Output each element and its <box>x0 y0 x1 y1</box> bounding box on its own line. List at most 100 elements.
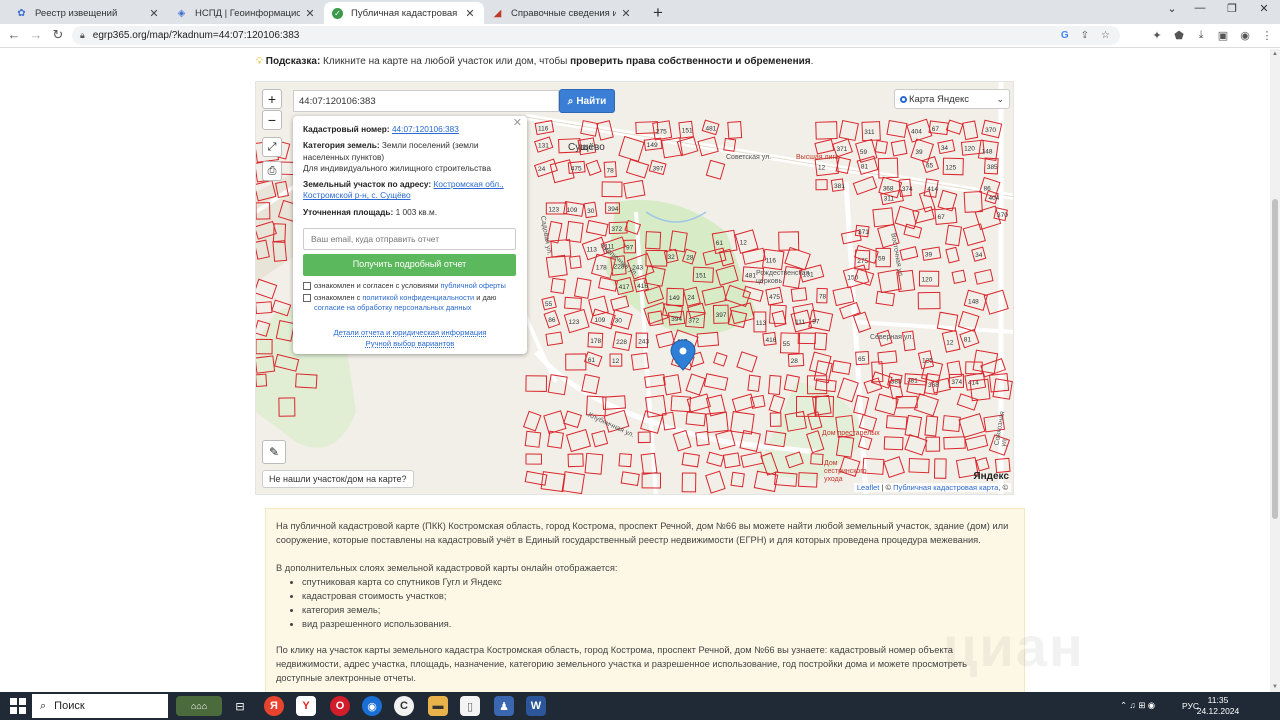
notepad-icon[interactable]: ▯ <box>460 696 480 716</box>
parcel-outline[interactable] <box>871 361 884 383</box>
details-link[interactable]: Детали отчета и юридическая информация <box>333 328 486 337</box>
parcel-outline[interactable] <box>836 377 859 403</box>
parcel-outline[interactable] <box>550 277 566 294</box>
parcel-outline[interactable] <box>747 374 761 392</box>
parcel-outline[interactable] <box>863 377 883 394</box>
close-icon[interactable]: ✕ <box>620 7 632 20</box>
parcel-outline[interactable] <box>963 191 983 213</box>
google-icon[interactable]: G <box>1061 30 1069 41</box>
parcel-outline[interactable] <box>945 246 960 264</box>
parcel-outline[interactable] <box>839 301 861 320</box>
extensions-icon[interactable]: ✦ <box>1150 29 1164 42</box>
opera-icon[interactable]: O <box>330 696 350 716</box>
parcel-outline[interactable] <box>904 414 923 438</box>
tray-icons[interactable]: ⌃ ♫ ⊞ ◉ <box>1120 700 1155 711</box>
parcel-outline[interactable] <box>883 436 904 451</box>
parcel-outline[interactable] <box>585 159 602 176</box>
parcel-outline[interactable] <box>814 138 835 155</box>
forward-icon[interactable]: → <box>28 27 44 42</box>
parcel-outline[interactable] <box>831 360 852 375</box>
close-icon[interactable]: ✕ <box>513 117 522 129</box>
parcel-outline[interactable] <box>942 415 961 433</box>
parcel-outline[interactable] <box>894 205 920 230</box>
parcel-outline[interactable] <box>797 332 816 345</box>
parcel-outline[interactable] <box>872 207 895 228</box>
parcel-outline[interactable] <box>545 331 564 347</box>
manual-link[interactable]: Ручной выбор вариантов <box>366 339 455 348</box>
parcel-outline[interactable] <box>917 291 941 310</box>
leaflet-link[interactable]: Leaflet <box>857 483 880 492</box>
parcel-outline[interactable] <box>722 452 741 469</box>
parcel-outline[interactable] <box>565 429 592 453</box>
parcel-outline[interactable] <box>567 453 584 468</box>
offer-checkbox[interactable] <box>303 282 311 291</box>
menu-icon[interactable]: ⋮ <box>1260 29 1274 42</box>
sidebar-icon[interactable]: ▣ <box>1216 29 1230 42</box>
parcel-outline[interactable] <box>778 231 800 251</box>
scroll-up-icon[interactable]: ▲ <box>1272 51 1278 57</box>
parcel-outline[interactable] <box>620 471 640 487</box>
tab-search-icon[interactable]: ⌄ <box>1162 2 1182 15</box>
parcel-outline[interactable] <box>808 351 832 376</box>
parcel-outline[interactable] <box>545 254 568 278</box>
yandex-icon[interactable]: Y <box>296 696 316 716</box>
tab-pkk[interactable]: ✓ Публичная кадастровая карта ПКК ✕ <box>324 2 484 24</box>
close-icon[interactable]: ✕ <box>464 7 476 20</box>
parcel-outline[interactable] <box>703 373 729 391</box>
parcel-outline[interactable] <box>933 458 947 479</box>
parcel-outline[interactable] <box>588 295 609 317</box>
email-field[interactable] <box>303 228 516 251</box>
yandex-browser-icon[interactable]: Я <box>264 696 284 716</box>
parcel-outline[interactable] <box>729 411 755 435</box>
parcel-outline[interactable] <box>974 268 994 285</box>
parcel-outline[interactable] <box>522 410 542 432</box>
tab-egrn[interactable]: ◢ Справочные сведения из ФГИС ЕГРН ✕ <box>484 2 640 24</box>
parcel-outline[interactable] <box>525 453 542 465</box>
privacy-policy-link[interactable]: политикой конфиденциальности <box>362 293 474 302</box>
parcel-outline[interactable] <box>618 453 632 468</box>
parcel-outline[interactable] <box>705 411 729 434</box>
parcel-outline[interactable] <box>925 436 941 452</box>
parcel-outline[interactable] <box>565 353 587 371</box>
parcel-outline[interactable] <box>852 175 878 196</box>
chrome-icon[interactable]: C <box>394 696 414 716</box>
print-icon[interactable]: ⎙ <box>262 161 282 181</box>
parcel-outline[interactable] <box>943 436 966 450</box>
parcel-outline[interactable] <box>686 393 711 413</box>
zoom-out-button[interactable]: − <box>262 110 282 130</box>
app-icon[interactable]: ♟ <box>494 696 514 716</box>
parcel-outline[interactable] <box>904 434 928 456</box>
clock[interactable]: 11:35 24.12.2024 <box>1196 695 1240 717</box>
parcel-outline[interactable] <box>975 457 990 472</box>
pin-icon[interactable]: ⬟ <box>1172 29 1186 42</box>
parcel-outline[interactable] <box>685 373 706 396</box>
parcel-outline[interactable] <box>908 458 930 474</box>
parcel-outline[interactable] <box>768 374 782 396</box>
parcel-outline[interactable] <box>736 351 758 373</box>
parcel-outline[interactable] <box>771 310 787 328</box>
parcel-outline[interactable] <box>584 452 604 475</box>
parcel-outline[interactable] <box>899 246 919 261</box>
parcel-outline[interactable] <box>874 393 899 416</box>
parcel-outline[interactable] <box>815 179 828 191</box>
parcel-outline[interactable] <box>524 430 542 448</box>
parcel-outline[interactable] <box>543 410 567 435</box>
parcel-outline[interactable] <box>962 120 979 141</box>
tab-nspd[interactable]: ◈ НСПД | Геоинформационный портал ✕ <box>168 2 324 24</box>
parcel-outline[interactable] <box>768 394 786 414</box>
map-layer-select[interactable]: Карта Яндекс ⌄ <box>894 89 1010 109</box>
explorer-icon[interactable]: ▬ <box>428 696 448 716</box>
parcel-outline[interactable] <box>790 287 808 302</box>
parcel-outline[interactable] <box>563 410 582 429</box>
parcel-outline[interactable] <box>885 415 908 430</box>
parcel-outline[interactable] <box>564 296 582 310</box>
not-found-button[interactable]: Не нашли участок/дом на карте? <box>262 470 414 488</box>
parcel-outline[interactable] <box>964 434 989 451</box>
parcel-outline[interactable] <box>662 374 682 396</box>
close-icon[interactable]: ✕ <box>148 7 160 20</box>
parcel-outline[interactable] <box>713 351 728 367</box>
parcel-outline[interactable] <box>895 395 918 409</box>
parcel-outline[interactable] <box>924 415 939 437</box>
parcel-outline[interactable] <box>256 301 273 315</box>
close-icon[interactable]: ✕ <box>304 7 316 20</box>
